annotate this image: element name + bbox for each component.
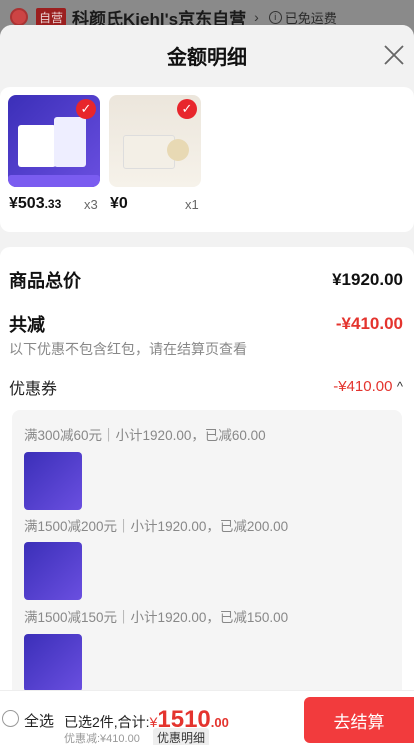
- amount-detail-sheet: 金额明细 ✓ ✓ ¥503.33 x3 ¥0 x1 商品总价 ¥1920.00 …: [0, 25, 414, 745]
- reduction-note: 以下优惠不包含红包，请在结算页查看: [9, 341, 247, 357]
- chevron-up-icon[interactable]: ^: [397, 379, 403, 394]
- info-icon: i: [268, 10, 282, 24]
- reduction-value: -¥410.00: [335, 314, 403, 333]
- product-badge-icon: [167, 139, 189, 161]
- selected-check-icon: ✓: [177, 99, 197, 119]
- sheet-title: 金额明细: [0, 25, 414, 85]
- reduction-row: 共减 -¥410.00: [9, 311, 403, 337]
- store-arrow-icon: ›: [254, 9, 259, 25]
- checkout-bar: 全选 已选2件,合计:¥1510.00 优惠减:¥410.00 优惠明细 去结算: [0, 690, 414, 745]
- discount-detail-button[interactable]: 优惠明细: [153, 728, 210, 745]
- goods-total-row: 商品总价 ¥1920.00: [9, 267, 403, 293]
- product-thumbnail[interactable]: ✓: [8, 95, 100, 187]
- select-all-label[interactable]: 全选: [24, 710, 54, 731]
- selected-check-icon: ✓: [76, 99, 96, 119]
- promo-strip: [8, 175, 100, 187]
- goods-total-label: 商品总价: [9, 271, 81, 291]
- reduction-label: 共减: [9, 315, 45, 335]
- select-all-radio[interactable]: [2, 710, 19, 727]
- coupon-line: 满1500减150元｜小计1920.00，已减150.00: [24, 610, 289, 625]
- price-summary: 商品总价 ¥1920.00 共减 -¥410.00 以下优惠不包含红包，请在结算…: [0, 247, 414, 730]
- coupon-product-thumbnail: [24, 634, 82, 692]
- shipping-text: 已免运费: [284, 10, 337, 26]
- product-qty: x1: [185, 197, 199, 212]
- product-list: ✓ ✓ ¥503.33 x3 ¥0 x1: [0, 87, 414, 232]
- shipping-info[interactable]: i 已免运费: [268, 8, 337, 27]
- product-thumbnail[interactable]: ✓: [109, 95, 201, 187]
- coupon-value: -¥410.00: [333, 378, 393, 395]
- coupon-row[interactable]: 优惠券 -¥410.00 ^: [9, 375, 403, 399]
- store-check-icon[interactable]: [10, 8, 28, 26]
- discount-text: 优惠减:¥410.00: [64, 733, 140, 745]
- checkout-button[interactable]: 去结算: [304, 697, 414, 743]
- product-qty: x3: [84, 197, 98, 212]
- coupon-line: 满1500减200元｜小计1920.00，已减200.00: [24, 519, 289, 534]
- coupon-product-thumbnail: [24, 452, 82, 510]
- product-price: ¥503.33: [9, 195, 62, 212]
- coupon-product-thumbnail: [24, 542, 82, 600]
- close-icon[interactable]: [382, 43, 406, 67]
- coupon-amount[interactable]: -¥410.00 ^: [333, 378, 403, 396]
- product-price: ¥0: [110, 195, 128, 212]
- coupon-detail-list: 满300减60元｜小计1920.00，已减60.00 满1500减200元｜小计…: [12, 410, 402, 730]
- product-box-icon: [18, 125, 56, 167]
- self-operated-badge: 自营: [36, 7, 67, 27]
- coupon-line: 满300减60元｜小计1920.00，已减60.00: [24, 428, 266, 443]
- coupon-label: 优惠券: [9, 381, 58, 398]
- product-pouch-icon: [54, 117, 86, 167]
- goods-total-value: ¥1920.00: [332, 270, 403, 289]
